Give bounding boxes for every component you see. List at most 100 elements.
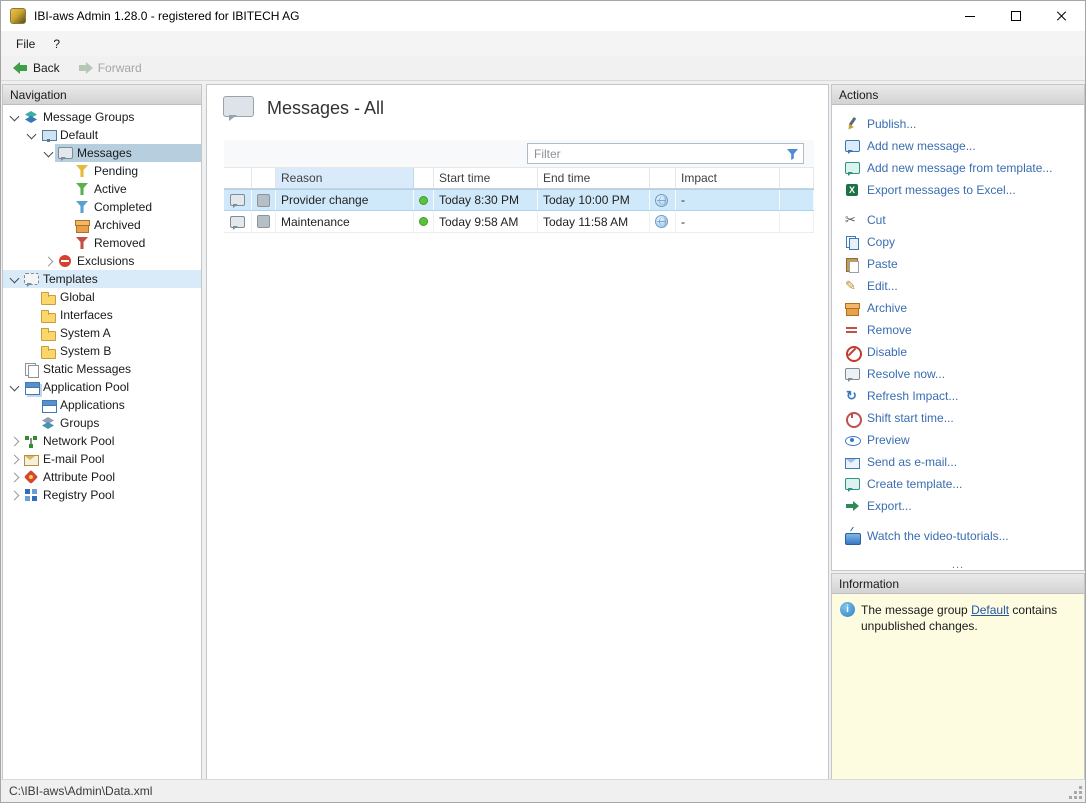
close-button[interactable] [1039, 1, 1085, 31]
action-preview[interactable]: Preview [832, 429, 1084, 451]
action-send-as-e-mail[interactable]: Send as e-mail... [832, 451, 1084, 473]
action-label: Export... [867, 499, 912, 513]
check-cell [252, 211, 276, 232]
column-header-start[interactable]: Start time [434, 168, 538, 188]
expander-placeholder [24, 290, 38, 304]
column-header-impact_icon[interactable] [650, 168, 676, 188]
default-group-link[interactable]: Default [971, 603, 1009, 617]
expander-collapsed-icon[interactable] [7, 470, 21, 484]
tree-item-removed[interactable]: Removed [3, 234, 201, 252]
tree-item-e-mail-pool[interactable]: E-mail Pool [3, 450, 201, 468]
action-publish[interactable]: Publish... [832, 113, 1084, 135]
expander-expanded-icon[interactable] [24, 128, 38, 142]
tree-item-content: Groups [38, 414, 201, 432]
globe-impact-icon [655, 194, 668, 207]
message-row[interactable]: MaintenanceToday 9:58 AMToday 11:58 AM- [224, 211, 814, 233]
action-cut[interactable]: Cut [832, 209, 1084, 231]
tree-item-application-pool[interactable]: Application Pool [3, 378, 201, 396]
tree-item-exclusions[interactable]: Exclusions [3, 252, 201, 270]
column-header-check[interactable] [252, 168, 276, 188]
message-row[interactable]: Provider changeToday 8:30 PMToday 10:00 … [224, 189, 814, 211]
expander-expanded-icon[interactable] [7, 110, 21, 124]
action-remove[interactable]: Remove [832, 319, 1084, 341]
filler-cell [780, 211, 814, 232]
expander-collapsed-icon[interactable] [7, 488, 21, 502]
column-header-status[interactable] [414, 168, 434, 188]
action-add-new-message-from-template[interactable]: Add new message from template... [832, 157, 1084, 179]
back-button[interactable]: Back [7, 59, 66, 77]
start-cell: Today 8:30 PM [434, 190, 538, 210]
tree-item-label: Exclusions [77, 252, 134, 270]
action-export-messages-to-excel[interactable]: Export messages to Excel... [832, 179, 1084, 201]
tree-item-network-pool[interactable]: Network Pool [3, 432, 201, 450]
action-create-template[interactable]: Create template... [832, 473, 1084, 495]
tree-item-registry-pool[interactable]: Registry Pool [3, 486, 201, 504]
menubar: File ? [1, 31, 1085, 56]
navigation-panel: Navigation Message GroupsDefaultMessages… [2, 84, 202, 780]
column-header-filler[interactable] [780, 168, 814, 188]
expander-placeholder [7, 362, 21, 376]
tree-item-system-a[interactable]: System A [3, 324, 201, 342]
tree-item-messages[interactable]: Messages [3, 144, 201, 162]
action-paste[interactable]: Paste [832, 253, 1084, 275]
minimize-button[interactable] [947, 1, 993, 31]
expander-expanded-icon[interactable] [41, 146, 55, 160]
filter-input[interactable] [528, 147, 783, 161]
forward-button[interactable]: Forward [72, 59, 148, 77]
action-shift-start-time[interactable]: Shift start time... [832, 407, 1084, 429]
tree-item-applications[interactable]: Applications [3, 396, 201, 414]
tree-item-content: Application Pool [21, 378, 201, 396]
resize-grip[interactable] [1069, 786, 1083, 800]
action-disable[interactable]: Disable [832, 341, 1084, 363]
row-checkbox[interactable] [257, 215, 270, 228]
tree-item-interfaces[interactable]: Interfaces [3, 306, 201, 324]
tree-item-attribute-pool[interactable]: Attribute Pool [3, 468, 201, 486]
action-archive[interactable]: Archive [832, 297, 1084, 319]
tree-item-static-messages[interactable]: Static Messages [3, 360, 201, 378]
tree-item-templates[interactable]: Templates [3, 270, 201, 288]
window-icon [40, 397, 56, 413]
panel-splitter-grip[interactable]: ... [832, 560, 1084, 570]
action-edit[interactable]: Edit... [832, 275, 1084, 297]
statusbar-file-path: C:\IBI-aws\Admin\Data.xml [9, 784, 152, 798]
action-label: Publish... [867, 117, 916, 131]
expander-collapsed-icon[interactable] [7, 434, 21, 448]
navigation-tree: Message GroupsDefaultMessagesPendingActi… [3, 105, 201, 779]
archive-icon [844, 300, 860, 316]
menu-help[interactable]: ? [44, 31, 69, 56]
column-header-icon[interactable] [224, 168, 252, 188]
actions-list-container: Publish... Add new message...Add new mess… [832, 105, 1084, 570]
action-resolve-now[interactable]: Resolve now... [832, 363, 1084, 385]
tree-item-label: Removed [94, 234, 145, 252]
tree-item-default[interactable]: Default [3, 126, 201, 144]
maximize-button[interactable] [993, 1, 1039, 31]
tree-item-groups[interactable]: Groups [3, 414, 201, 432]
column-header-end[interactable]: End time [538, 168, 650, 188]
menu-file[interactable]: File [7, 31, 44, 56]
expander-placeholder [24, 326, 38, 340]
action-label: Create template... [867, 477, 962, 491]
row-checkbox[interactable] [257, 194, 270, 207]
tree-item-global[interactable]: Global [3, 288, 201, 306]
action-export[interactable]: Export... [832, 495, 1084, 517]
column-header-reason[interactable]: Reason [276, 168, 414, 188]
tree-item-message-groups[interactable]: Message Groups [3, 108, 201, 126]
tree-item-pending[interactable]: Pending [3, 162, 201, 180]
tree-item-archived[interactable]: Archived [3, 216, 201, 234]
expander-collapsed-icon[interactable] [41, 254, 55, 268]
action-refresh-impact[interactable]: Refresh Impact... [832, 385, 1084, 407]
tree-item-label: Registry Pool [43, 486, 114, 504]
tree-item-system-b[interactable]: System B [3, 342, 201, 360]
expander-collapsed-icon[interactable] [7, 452, 21, 466]
expander-expanded-icon[interactable] [7, 380, 21, 394]
titlebar: IBI-aws Admin 1.28.0 - registered for IB… [1, 1, 1085, 31]
column-header-impact[interactable]: Impact [676, 168, 780, 188]
expander-placeholder [58, 236, 72, 250]
tree-item-completed[interactable]: Completed [3, 198, 201, 216]
expander-expanded-icon[interactable] [7, 272, 21, 286]
tree-item-active[interactable]: Active [3, 180, 201, 198]
action-watch-the-video-tutorials[interactable]: Watch the video-tutorials... [832, 525, 1084, 547]
action-add-new-message[interactable]: Add new message... [832, 135, 1084, 157]
action-copy[interactable]: Copy [832, 231, 1084, 253]
filter-funnel-icon[interactable] [783, 144, 803, 163]
